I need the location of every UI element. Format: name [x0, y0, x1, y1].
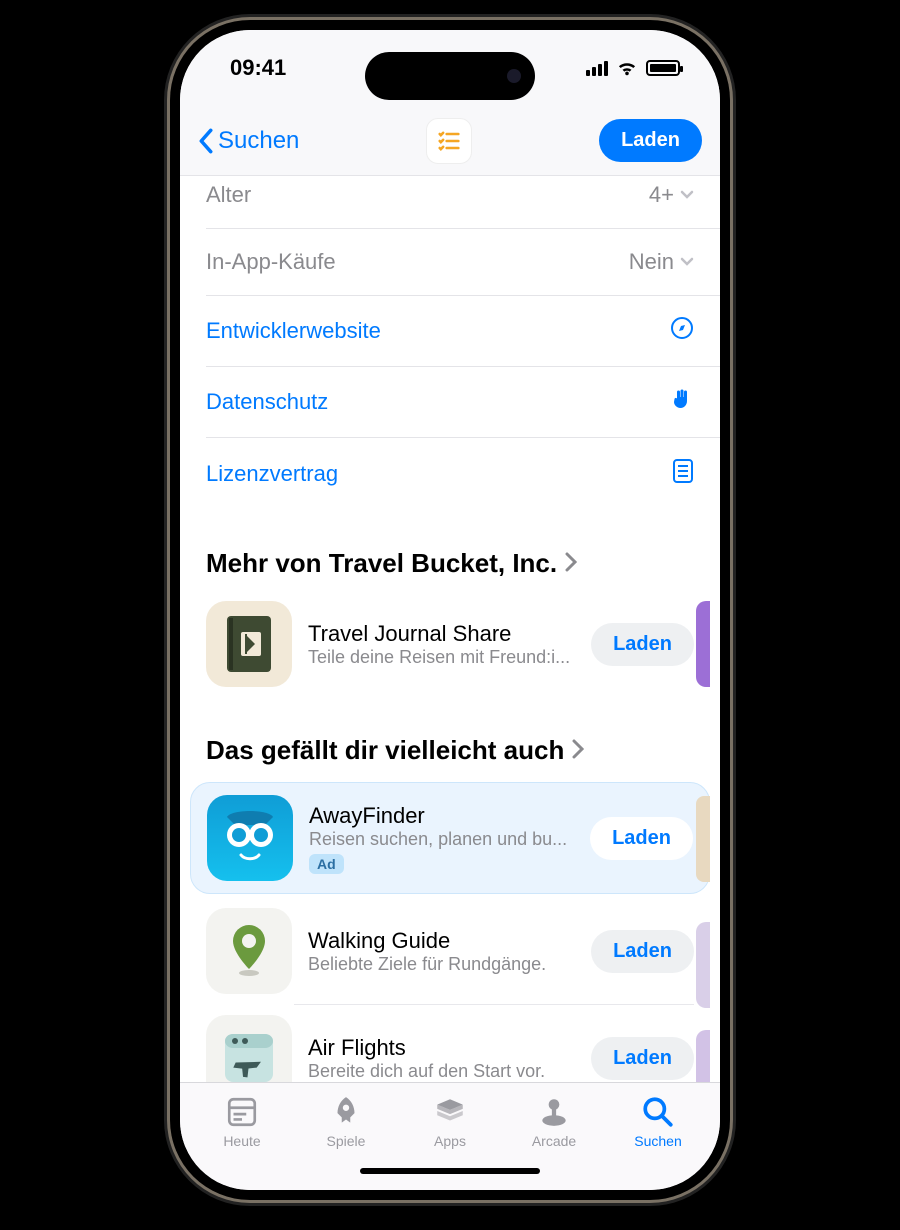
peek-next-app[interactable]: [696, 922, 710, 1008]
content-area[interactable]: Alter 4+ In-App-Käufe Nein Entwicklerweb…: [180, 176, 720, 1082]
app-subtitle: Bereite dich auf den Start vor.: [308, 1061, 575, 1082]
chevron-down-icon: [680, 257, 694, 267]
app-row-walking-guide[interactable]: Walking Guide Beliebte Ziele für Rundgän…: [190, 898, 710, 1004]
tab-label: Heute: [223, 1133, 260, 1149]
tab-arcade[interactable]: Arcade: [509, 1095, 599, 1149]
app-title: AwayFinder: [309, 803, 574, 829]
app-download-button[interactable]: Laden: [591, 930, 694, 973]
download-button[interactable]: Laden: [599, 119, 702, 162]
screen: 09:41 Suchen Laden Alter 4+: [180, 30, 720, 1190]
chevron-right-icon: [565, 548, 577, 579]
info-row-age[interactable]: Alter 4+: [206, 176, 720, 229]
section-title: Mehr von Travel Bucket, Inc.: [206, 548, 557, 579]
info-row-iap[interactable]: In-App-Käufe Nein: [206, 229, 720, 296]
license-link: Lizenzvertrag: [206, 461, 338, 487]
app-row-travel-journal[interactable]: Travel Journal Share Teile deine Reisen …: [190, 591, 710, 697]
app-meta: AwayFinder Reisen suchen, planen und bu.…: [309, 803, 574, 874]
apps-icon: [433, 1095, 467, 1129]
cellular-icon: [586, 60, 608, 76]
info-label-age: Alter: [206, 182, 251, 208]
app-icon-walking-guide: [206, 908, 292, 994]
search-icon: [641, 1095, 675, 1129]
tab-apps[interactable]: Apps: [405, 1095, 495, 1149]
info-row-privacy[interactable]: Datenschutz: [206, 367, 720, 438]
tab-label: Suchen: [634, 1133, 681, 1149]
app-subtitle: Beliebte Ziele für Rundgänge.: [308, 954, 575, 975]
status-right: [586, 59, 680, 77]
info-value-age: 4+: [649, 182, 694, 208]
tab-today[interactable]: Heute: [197, 1095, 287, 1149]
info-value-iap: Nein: [629, 249, 694, 275]
app-row-awayfinder-ad[interactable]: AwayFinder Reisen suchen, planen und bu.…: [190, 782, 710, 894]
app-row-air-flights[interactable]: Air Flights Bereite dich auf den Start v…: [190, 1005, 710, 1082]
chevron-left-icon: [198, 128, 214, 154]
tab-search[interactable]: Suchen: [613, 1095, 703, 1149]
phone-frame: 09:41 Suchen Laden Alter 4+: [170, 20, 730, 1200]
nav-bar: Suchen Laden: [180, 106, 720, 176]
section-title: Das gefällt dir vielleicht auch: [206, 735, 564, 766]
document-icon: [672, 458, 694, 490]
wifi-icon: [616, 59, 638, 77]
status-time: 09:41: [230, 55, 286, 81]
app-title: Walking Guide: [308, 928, 575, 954]
hand-icon: [670, 387, 694, 417]
tab-label: Apps: [434, 1133, 466, 1149]
privacy-link: Datenschutz: [206, 389, 328, 415]
dynamic-island: [365, 52, 535, 100]
back-button[interactable]: Suchen: [198, 127, 299, 155]
tab-label: Spiele: [327, 1133, 366, 1149]
compass-icon: [670, 316, 694, 346]
ad-badge: Ad: [309, 854, 344, 874]
peek-next-app[interactable]: [696, 1030, 710, 1082]
app-title: Air Flights: [308, 1035, 575, 1061]
app-download-button[interactable]: Laden: [591, 1037, 694, 1080]
app-icon-awayfinder: [207, 795, 293, 881]
arcade-icon: [537, 1095, 571, 1129]
app-title: Travel Journal Share: [308, 621, 575, 647]
back-label: Suchen: [218, 127, 299, 155]
peek-next-app[interactable]: [696, 601, 710, 687]
section-more-from[interactable]: Mehr von Travel Bucket, Inc.: [180, 510, 720, 591]
chevron-right-icon: [572, 735, 584, 766]
dev-website-link: Entwicklerwebsite: [206, 318, 381, 344]
app-download-button[interactable]: Laden: [591, 623, 694, 666]
app-icon-small: [426, 118, 472, 164]
info-label-iap: In-App-Käufe: [206, 249, 336, 275]
app-icon-travel-journal: [206, 601, 292, 687]
chevron-down-icon: [680, 190, 694, 200]
info-row-license[interactable]: Lizenzvertrag: [206, 438, 720, 510]
app-icon-air-flights: [206, 1015, 292, 1082]
app-subtitle: Teile deine Reisen mit Freund:i...: [308, 647, 575, 668]
info-row-dev-website[interactable]: Entwicklerwebsite: [206, 296, 720, 367]
app-meta: Air Flights Bereite dich auf den Start v…: [308, 1035, 575, 1082]
tab-label: Arcade: [532, 1133, 576, 1149]
tab-games[interactable]: Spiele: [301, 1095, 391, 1149]
app-meta: Travel Journal Share Teile deine Reisen …: [308, 621, 575, 668]
app-subtitle: Reisen suchen, planen und bu...: [309, 829, 574, 850]
app-meta: Walking Guide Beliebte Ziele für Rundgän…: [308, 928, 575, 975]
battery-icon: [646, 60, 680, 76]
peek-next-ad[interactable]: [696, 796, 710, 882]
rocket-icon: [329, 1095, 363, 1129]
app-download-button[interactable]: Laden: [590, 817, 693, 860]
home-indicator[interactable]: [360, 1168, 540, 1174]
section-you-may-like[interactable]: Das gefällt dir vielleicht auch: [180, 697, 720, 778]
today-icon: [225, 1095, 259, 1129]
